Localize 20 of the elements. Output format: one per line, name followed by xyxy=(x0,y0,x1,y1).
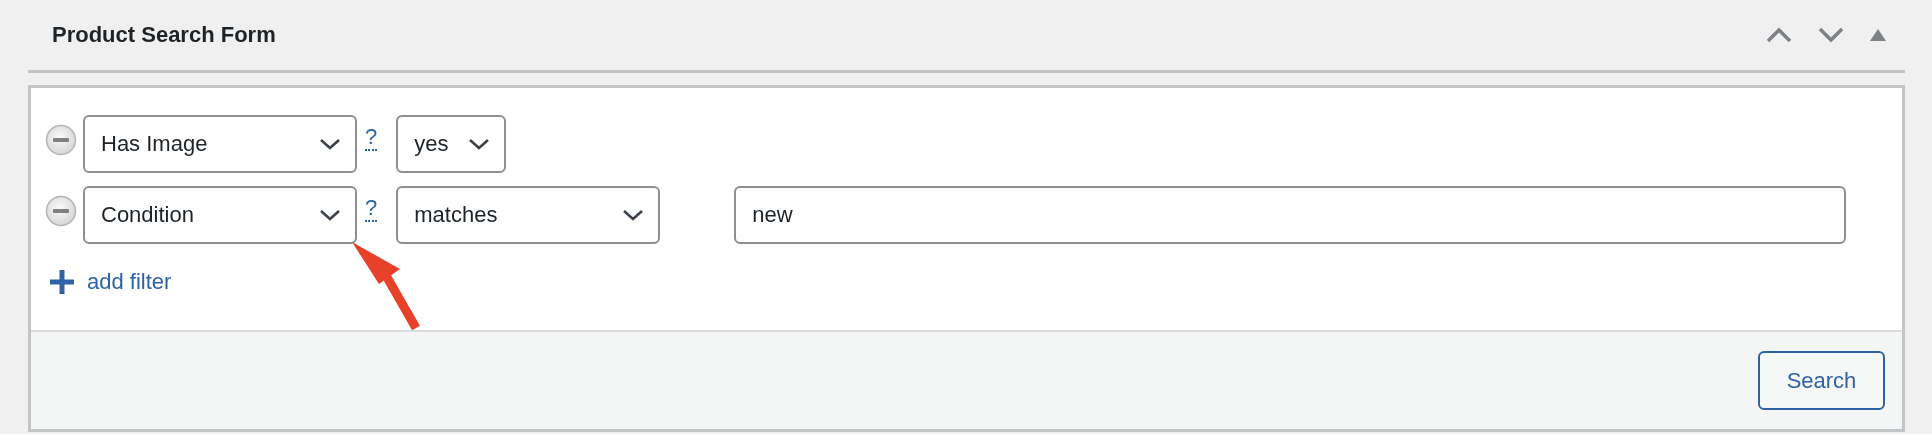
value-input[interactable]: new xyxy=(734,186,1847,244)
caret-icon xyxy=(622,208,645,222)
field-dropdown[interactable]: Has Image xyxy=(83,115,357,173)
remove-icon[interactable] xyxy=(45,124,77,156)
collapse-icon[interactable] xyxy=(1869,28,1887,42)
caret-icon xyxy=(319,208,341,222)
search-button[interactable]: Search xyxy=(1758,351,1885,410)
help-link[interactable]: ? xyxy=(365,125,378,151)
move-up-icon[interactable] xyxy=(1765,26,1793,44)
plus-icon xyxy=(49,269,75,295)
caret-icon xyxy=(468,137,491,151)
remove-icon[interactable] xyxy=(45,195,77,227)
help-link[interactable]: ? xyxy=(365,196,378,222)
move-down-icon[interactable] xyxy=(1817,26,1845,44)
caret-icon xyxy=(319,137,341,151)
field-dropdown[interactable]: Condition xyxy=(83,186,357,244)
add-filter-link[interactable]: add filter xyxy=(49,269,172,295)
panel-title: Product Search Form xyxy=(52,22,276,48)
operator-dropdown[interactable]: yes xyxy=(396,115,507,173)
operator-dropdown[interactable]: matches xyxy=(396,186,661,244)
